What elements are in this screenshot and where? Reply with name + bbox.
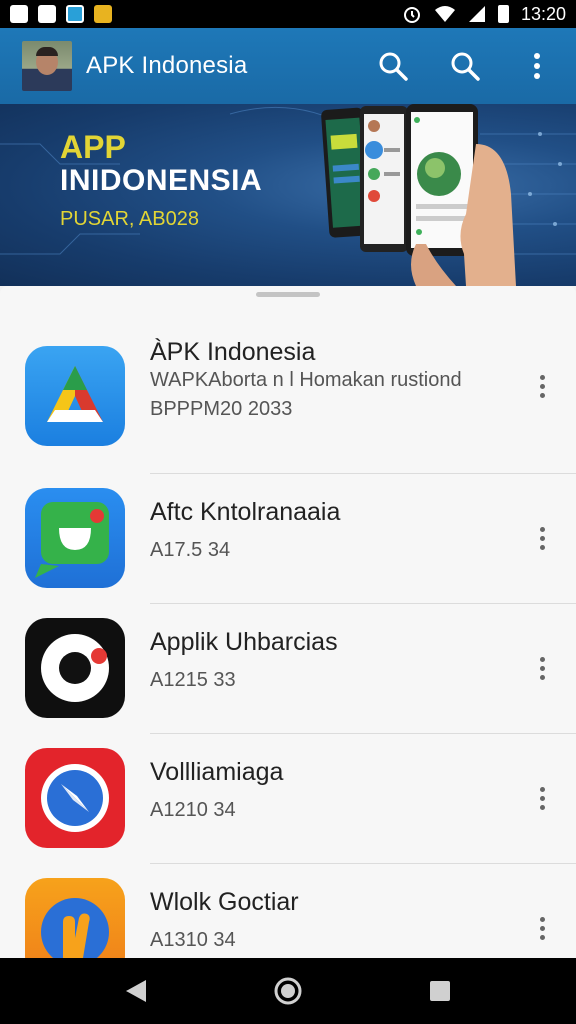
- search-icon: [451, 52, 480, 81]
- wifi-icon: [434, 6, 455, 22]
- drag-handle[interactable]: [256, 292, 320, 297]
- alarm-icon: [403, 7, 420, 23]
- app-name: Aftc Kntolranaaia: [150, 498, 341, 526]
- list-item[interactable]: Aftc Kntolranaaia A17.5 34: [0, 474, 576, 604]
- app-version: A17.5 34: [150, 539, 231, 561]
- compass-icon: [25, 748, 125, 848]
- recents-button[interactable]: [420, 971, 460, 1011]
- recents-icon: [430, 981, 450, 1001]
- more-vert-icon: [534, 53, 540, 79]
- list-item[interactable]: Applik Uhbarcias A1215 33: [0, 604, 576, 734]
- more-vert-icon[interactable]: [532, 518, 552, 558]
- app-version: A1215 33: [150, 669, 236, 691]
- signal-icon: [468, 6, 485, 22]
- avatar[interactable]: [22, 41, 72, 91]
- chat-icon: [25, 488, 125, 588]
- back-button[interactable]: [116, 971, 156, 1011]
- battery-icon: [497, 5, 509, 23]
- app-version: BPPPM20 2033: [150, 398, 293, 420]
- app-name: Wlolk Goctiar: [150, 888, 299, 916]
- list-item[interactable]: Wlolk Goctiar A1310 34: [0, 864, 576, 958]
- app-list-sheet: ÀPK Indonesia WAPKAborta n l Homakan rus…: [0, 286, 576, 958]
- list-item[interactable]: Vollliamiaga A1210 34: [0, 734, 576, 864]
- status-bar: 13:20: [0, 0, 576, 28]
- promo-banner[interactable]: APP INIDONENSIA PUSAR, AB028: [0, 104, 576, 286]
- app-version: A1210 34: [150, 799, 236, 821]
- app-list: ÀPK Indonesia WAPKAborta n l Homakan rus…: [0, 332, 576, 958]
- more-vert-icon[interactable]: [532, 366, 552, 406]
- app-notification-icon: [66, 5, 84, 23]
- banner-subtitle: PUSAR, AB028: [60, 208, 199, 230]
- app-name: Vollliamiaga: [150, 758, 284, 786]
- navigation-bar: [0, 958, 576, 1024]
- ring-icon: [25, 618, 125, 718]
- app-bar: APK Indonesia: [0, 28, 576, 104]
- search-icon: [379, 52, 408, 81]
- mail-icon: [38, 5, 56, 23]
- banner-headline-top: APP: [60, 129, 126, 165]
- more-vert-icon[interactable]: [532, 908, 552, 948]
- list-item[interactable]: ÀPK Indonesia WAPKAborta n l Homakan rus…: [0, 332, 576, 474]
- search-button-secondary[interactable]: [448, 49, 482, 83]
- status-time: 13:20: [520, 3, 566, 24]
- home-icon: [274, 977, 302, 1005]
- app-name: ÀPK Indonesia: [150, 338, 316, 366]
- game-notification-icon: [94, 5, 112, 23]
- notification-icon: [10, 5, 28, 23]
- hand-icon: [25, 878, 125, 958]
- home-button[interactable]: [268, 971, 308, 1011]
- app-name: Applik Uhbarcias: [150, 628, 338, 656]
- search-button[interactable]: [376, 49, 410, 83]
- apk-indonesia-icon: [25, 346, 125, 446]
- app-version: A1310 34: [150, 929, 236, 951]
- more-vert-icon[interactable]: [532, 778, 552, 818]
- back-icon: [126, 980, 146, 1002]
- app-title: APK Indonesia: [86, 52, 248, 79]
- more-vert-icon[interactable]: [532, 648, 552, 688]
- overflow-menu-button[interactable]: [520, 49, 554, 83]
- banner-headline: INIDONENSIA: [60, 164, 263, 197]
- app-description: WAPKAborta n l Homakan rustiond: [150, 369, 462, 391]
- phones-illustration: [321, 104, 516, 286]
